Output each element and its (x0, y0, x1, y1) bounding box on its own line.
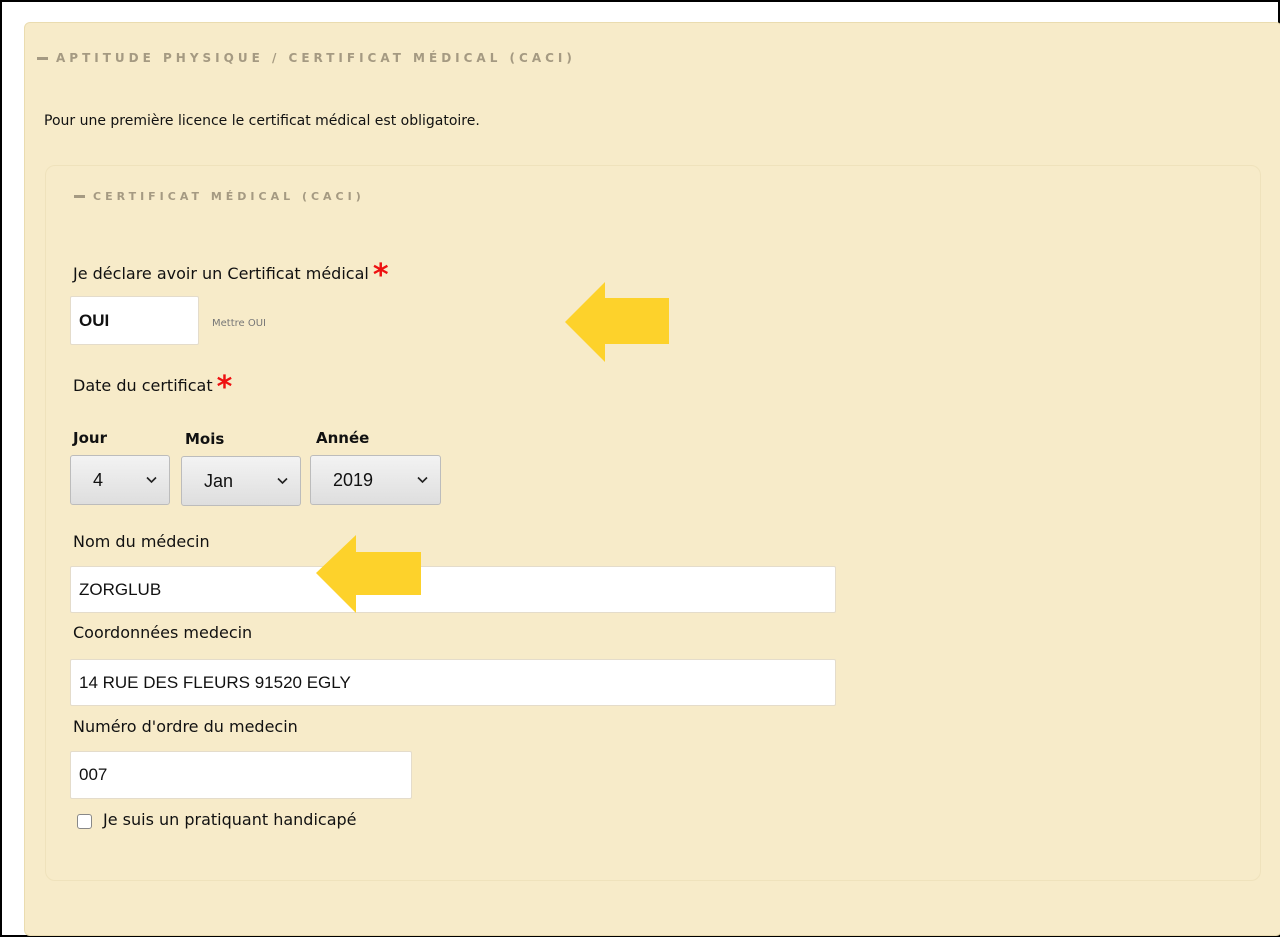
year-value: 2019 (333, 469, 374, 490)
doctor-name-label: Nom du médecin (73, 532, 210, 551)
arrow-left-icon (316, 535, 421, 613)
doctor-contact-input[interactable]: 14 RUE DES FLEURS 91520 EGLY (70, 659, 836, 706)
doctor-number-input[interactable]: 007 (70, 751, 412, 799)
declare-input[interactable]: OUI (70, 296, 199, 345)
aptitude-fieldset: APTITUDE PHYSIQUE / CERTIFICAT MÉDICAL (… (24, 22, 1280, 936)
declare-label: Je déclare avoir un Certificat médical * (73, 261, 389, 291)
handicap-label[interactable]: Je suis un pratiquant handicapé (103, 810, 357, 829)
intro-text: Pour une première licence le certificat … (44, 113, 480, 129)
page-frame: APTITUDE PHYSIQUE / CERTIFICAT MÉDICAL (… (0, 0, 1280, 937)
collapse-icon[interactable] (37, 56, 48, 60)
chevron-down-icon (277, 474, 288, 488)
declare-label-text: Je déclare avoir un Certificat médical (73, 264, 369, 283)
day-label: Jour (73, 429, 107, 447)
arrow-left-icon (565, 282, 669, 362)
doctor-contact-label: Coordonnées medecin (73, 623, 253, 642)
day-value: 4 (93, 469, 104, 490)
month-select[interactable]: Jan (181, 456, 301, 506)
caci-legend-title: CERTIFICAT MÉDICAL (CACI) (93, 190, 365, 203)
date-label: Date du certificat * (73, 373, 232, 403)
date-label-text: Date du certificat (73, 376, 213, 395)
year-label: Année (316, 429, 370, 447)
chevron-down-icon (417, 473, 428, 487)
caci-legend[interactable]: CERTIFICAT MÉDICAL (CACI) (74, 190, 365, 203)
aptitude-legend[interactable]: APTITUDE PHYSIQUE / CERTIFICAT MÉDICAL (… (37, 51, 576, 65)
month-value: Jan (204, 470, 234, 491)
collapse-icon[interactable] (74, 195, 85, 198)
declare-hint: Mettre OUI (212, 318, 266, 329)
month-label: Mois (185, 430, 225, 448)
year-select[interactable]: 2019 (310, 455, 441, 505)
chevron-down-icon (146, 473, 157, 487)
day-select[interactable]: 4 (70, 455, 170, 505)
asterisk-icon: * (372, 258, 389, 293)
asterisk-icon: * (216, 370, 233, 405)
doctor-number-label: Numéro d'ordre du medecin (73, 717, 298, 736)
handicap-checkbox[interactable] (77, 814, 92, 829)
doctor-name-input[interactable]: ZORGLUB (70, 566, 836, 613)
aptitude-legend-title: APTITUDE PHYSIQUE / CERTIFICAT MÉDICAL (… (56, 51, 576, 65)
caci-fieldset: CERTIFICAT MÉDICAL (CACI) Je déclare avo… (45, 165, 1261, 881)
